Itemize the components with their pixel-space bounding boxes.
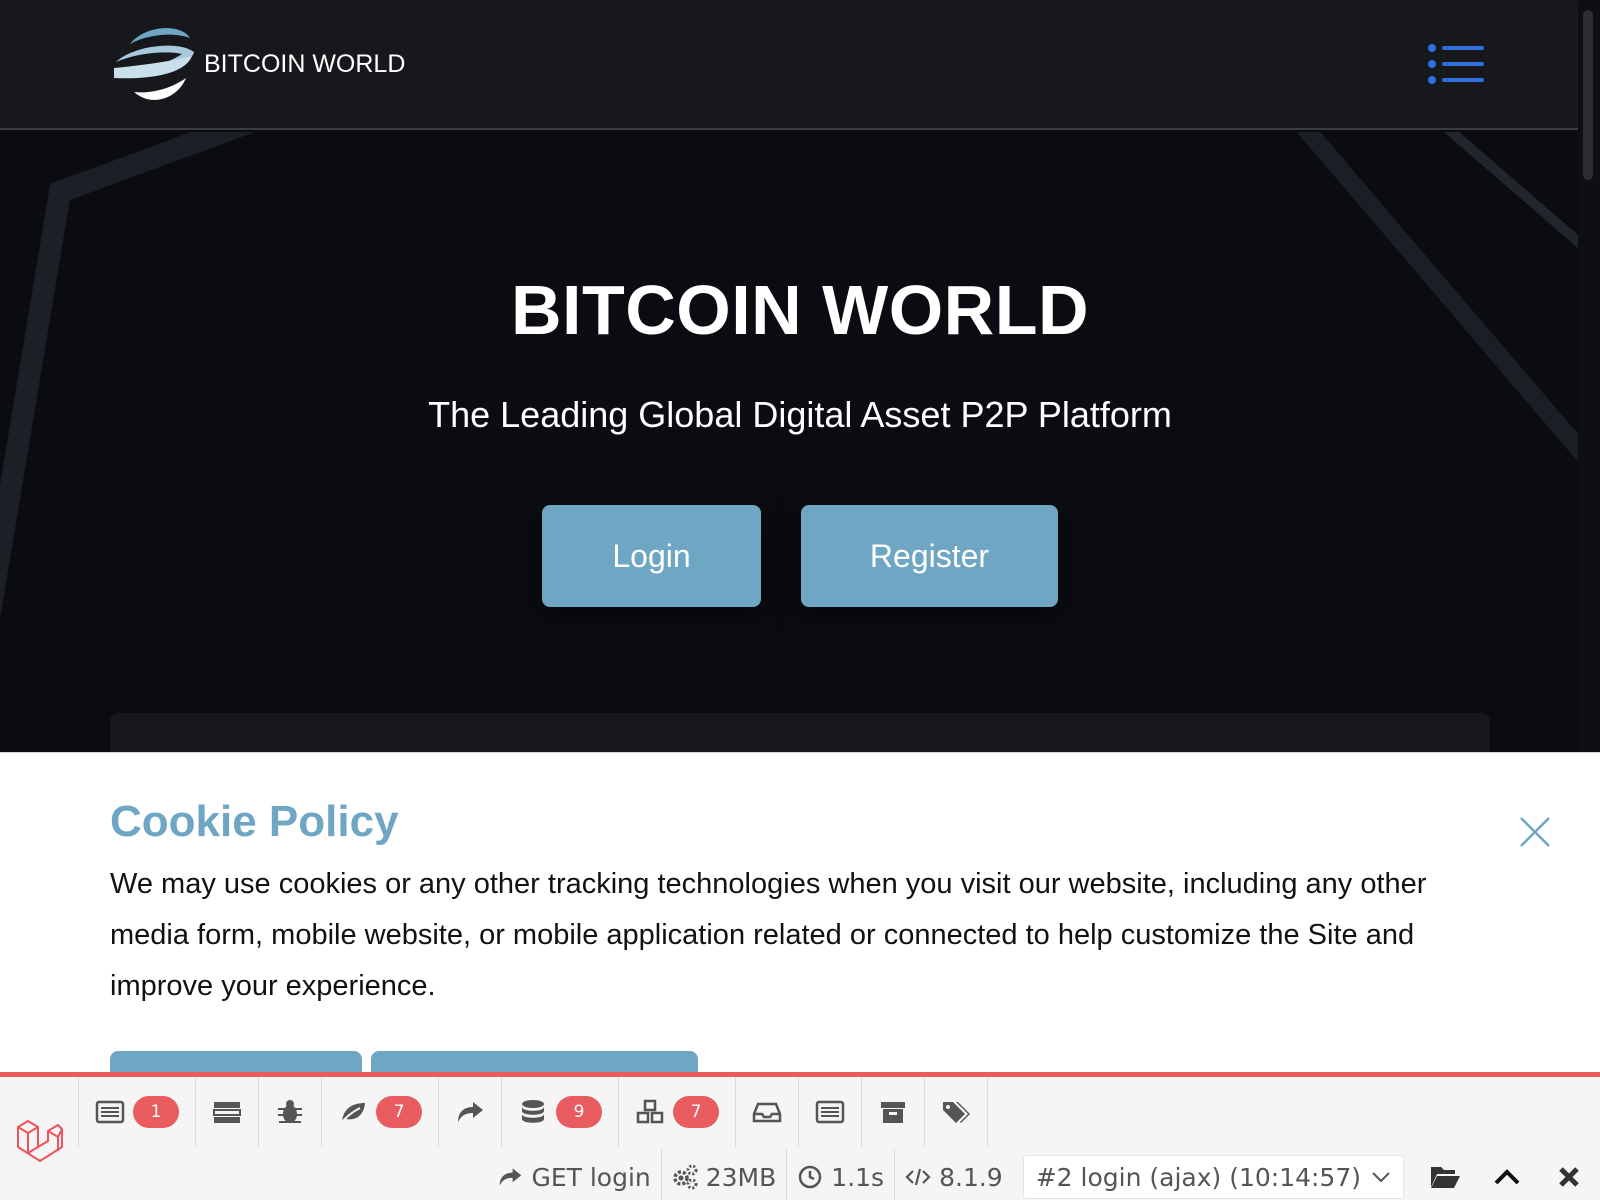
gate-list-icon (815, 1100, 845, 1124)
queries-badge: 9 (556, 1096, 602, 1128)
tab-views[interactable]: 7 (322, 1077, 439, 1147)
globe-wave-logo-icon (114, 28, 194, 100)
login-button[interactable]: Login (542, 505, 761, 607)
views-badge: 7 (376, 1096, 422, 1128)
memory-label: 23MB (705, 1162, 777, 1192)
tab-request[interactable] (925, 1077, 988, 1147)
cookie-text: We may use cookies or any other tracking… (110, 868, 1427, 1002)
duration-label: 1.1s (831, 1162, 885, 1192)
request-label: GET login (531, 1162, 651, 1192)
cookie-secondary-button[interactable] (371, 1051, 698, 1072)
request-tags-icon (943, 1102, 970, 1123)
chevron-down-icon (1372, 1172, 1390, 1183)
memory-usage[interactable]: 23MB (660, 1149, 787, 1200)
open-folder-button[interactable] (1414, 1149, 1476, 1200)
chevron-up-icon (1494, 1169, 1520, 1185)
menu-button[interactable] (1424, 42, 1486, 86)
clock-icon (799, 1165, 822, 1189)
cookie-accept-button[interactable] (110, 1051, 362, 1072)
models-cubes-icon (636, 1099, 664, 1124)
messages-badge: 1 (133, 1096, 179, 1128)
mails-inbox-icon (752, 1102, 782, 1123)
close-icon (1520, 817, 1550, 847)
route-share-icon (458, 1102, 483, 1122)
tab-models[interactable]: 7 (619, 1077, 736, 1147)
tab-queries[interactable]: 9 (502, 1077, 619, 1147)
register-button[interactable]: Register (801, 505, 1058, 607)
tab-session[interactable] (862, 1077, 925, 1147)
request-method-route[interactable]: GET login (487, 1149, 660, 1200)
folder-open-icon (1431, 1167, 1460, 1188)
session-archive-icon (881, 1102, 905, 1123)
tab-mails[interactable] (736, 1077, 799, 1147)
models-badge: 7 (673, 1096, 719, 1128)
messages-icon (95, 1100, 125, 1124)
timeline-icon (213, 1102, 241, 1123)
content-card-top (110, 713, 1490, 752)
dataset-label: #2 login (ajax) (10:14:57) (1035, 1162, 1361, 1192)
tab-exceptions[interactable] (259, 1077, 322, 1147)
hamburger-list-icon (1428, 44, 1484, 84)
site-header: BITCOIN WORLD (0, 0, 1600, 130)
maximize-button[interactable] (1476, 1149, 1538, 1200)
php-version[interactable]: 8.1.9 (894, 1149, 1013, 1200)
hero-title: BITCOIN WORLD (510, 271, 1090, 349)
brand-logo[interactable]: BITCOIN WORLD (112, 22, 405, 106)
cookie-title: Cookie Policy (110, 797, 399, 846)
cogs-icon (673, 1164, 698, 1190)
tab-gate[interactable] (799, 1077, 862, 1147)
hero-subtitle: The Leading Global Digital Asset P2P Pla… (428, 394, 1172, 435)
code-icon (905, 1168, 931, 1186)
tab-route[interactable] (439, 1077, 502, 1147)
close-icon (1559, 1167, 1579, 1187)
cookie-close-button[interactable] (1518, 815, 1552, 849)
close-debugbar-button[interactable] (1538, 1149, 1600, 1200)
request-duration[interactable]: 1.1s (786, 1149, 894, 1200)
hero-background-lines (0, 132, 1578, 619)
brand-name: BITCOIN WORLD (204, 49, 406, 78)
laravel-logo-icon[interactable] (14, 1117, 64, 1167)
hero-section: BITCOIN WORLD The Leading Global Digital… (0, 132, 1578, 752)
dataset-select[interactable]: #2 login (ajax) (10:14:57) (1022, 1155, 1404, 1199)
queries-database-icon (522, 1100, 544, 1123)
tab-timeline[interactable] (196, 1077, 259, 1147)
php-version-label: 8.1.9 (939, 1162, 1003, 1192)
route-share-icon (500, 1168, 522, 1186)
laravel-debugbar: 1 7 9 7 GET login 23MB 1.1s 8.1.9 #2 log… (0, 1072, 1600, 1200)
views-leaf-icon (339, 1103, 365, 1125)
scrollbar-thumb[interactable] (1583, 10, 1593, 180)
cookie-banner: Cookie Policy We may use cookies or any … (0, 752, 1600, 1072)
tab-messages[interactable]: 1 (78, 1077, 196, 1147)
debugbar-status: GET login 23MB 1.1s 8.1.9 #2 login (ajax… (487, 1149, 1600, 1200)
exceptions-bug-icon (278, 1100, 302, 1123)
debugbar-tabs: 1 7 9 7 (78, 1077, 988, 1147)
